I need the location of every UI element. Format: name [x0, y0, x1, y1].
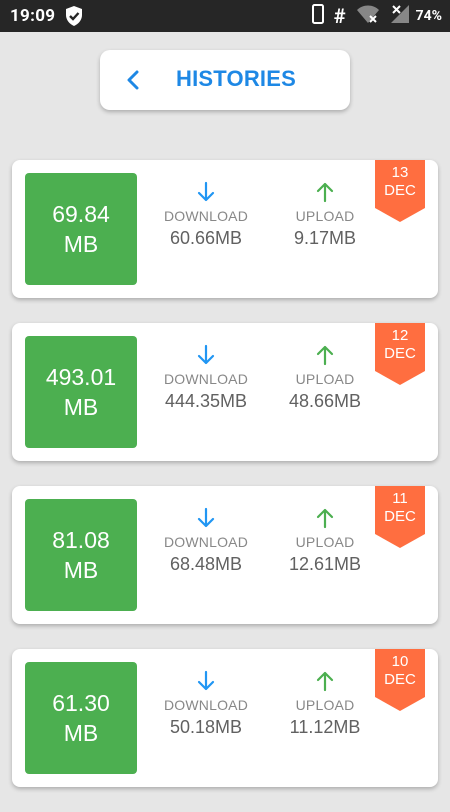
- date-month: DEC: [384, 182, 416, 199]
- download-label: DOWNLOAD: [163, 371, 249, 387]
- arrow-up-icon: [316, 508, 334, 529]
- header-card: HISTORIES: [100, 50, 350, 110]
- arrow-down-icon: [197, 507, 215, 528]
- arrow-down-icon: [197, 670, 215, 691]
- total-usage-box: 493.01 MB: [25, 336, 137, 448]
- download-value: 68.48MB: [169, 554, 243, 574]
- download-label: DOWNLOAD: [163, 534, 249, 550]
- wifi-off-icon: [356, 4, 380, 28]
- total-value: 81.08: [52, 527, 110, 553]
- download-value: 60.66MB: [169, 228, 243, 248]
- arrow-down-icon: [197, 181, 215, 202]
- arrow-up-icon: [316, 182, 334, 203]
- history-card[interactable]: 61.30 MB DOWNLOAD 50.18MB UPLOAD 11.12MB…: [12, 649, 438, 787]
- total-usage-box: 69.84 MB: [25, 173, 137, 285]
- back-button[interactable]: [120, 66, 148, 94]
- total-unit: MB: [63, 394, 99, 420]
- download-stat: DOWNLOAD 50.18MB: [151, 669, 261, 738]
- upload-stat: UPLOAD 12.61MB: [270, 506, 380, 575]
- upload-label: UPLOAD: [295, 371, 355, 387]
- upload-label: UPLOAD: [295, 208, 355, 224]
- upload-label: UPLOAD: [295, 697, 355, 713]
- arrow-up-icon: [316, 345, 334, 366]
- download-stat: DOWNLOAD 444.35MB: [151, 343, 261, 412]
- date-day: 10: [391, 653, 409, 670]
- upload-value: 9.17MB: [293, 228, 357, 248]
- hash-icon: #: [333, 4, 346, 28]
- status-bar: 19:09 # 74%: [0, 0, 450, 32]
- total-unit: MB: [63, 720, 99, 746]
- date-day: 13: [391, 164, 409, 181]
- upload-stat: UPLOAD 9.17MB: [270, 180, 380, 249]
- date-badge: 13 DEC: [375, 160, 425, 222]
- date-badge: 12 DEC: [375, 323, 425, 385]
- upload-stat: UPLOAD 48.66MB: [270, 343, 380, 412]
- status-icons: # 74%: [302, 4, 442, 28]
- signal-icon: [390, 4, 410, 28]
- total-unit: MB: [63, 557, 99, 583]
- total-unit: MB: [63, 231, 99, 257]
- date-badge: 10 DEC: [375, 649, 425, 711]
- upload-value: 48.66MB: [288, 391, 362, 411]
- upload-label: UPLOAD: [295, 534, 355, 550]
- download-stat: DOWNLOAD 60.66MB: [151, 180, 261, 249]
- upload-value: 11.12MB: [289, 717, 361, 737]
- total-value: 69.84: [52, 201, 110, 227]
- battery-percent: 74%: [415, 8, 442, 24]
- download-label: DOWNLOAD: [163, 208, 249, 224]
- history-card[interactable]: 493.01 MB DOWNLOAD 444.35MB UPLOAD 48.66…: [12, 323, 438, 461]
- upload-stat: UPLOAD 11.12MB: [270, 669, 380, 738]
- date-day: 12: [391, 327, 409, 344]
- date-month: DEC: [384, 671, 416, 688]
- download-label: DOWNLOAD: [163, 697, 249, 713]
- download-value: 444.35MB: [164, 391, 248, 411]
- total-usage-box: 81.08 MB: [25, 499, 137, 611]
- download-value: 50.18MB: [169, 717, 243, 737]
- date-month: DEC: [384, 345, 416, 362]
- date-day: 11: [392, 490, 408, 507]
- status-time: 19:09: [10, 6, 56, 26]
- download-stat: DOWNLOAD 68.48MB: [151, 506, 261, 575]
- total-usage-box: 61.30 MB: [25, 662, 137, 774]
- phone-outline-icon: [311, 4, 324, 28]
- total-value: 493.01: [45, 364, 117, 390]
- date-badge: 11 DEC: [375, 486, 425, 548]
- total-value: 61.30: [52, 690, 110, 716]
- arrow-down-icon: [197, 344, 215, 365]
- chevron-left-icon: [127, 70, 139, 90]
- upload-value: 12.61MB: [288, 554, 362, 574]
- history-card[interactable]: 69.84 MB DOWNLOAD 60.66MB UPLOAD 9.17MB …: [12, 160, 438, 298]
- date-month: DEC: [384, 508, 416, 525]
- history-list: 69.84 MB DOWNLOAD 60.66MB UPLOAD 9.17MB …: [12, 160, 438, 812]
- history-card[interactable]: 81.08 MB DOWNLOAD 68.48MB UPLOAD 12.61MB…: [12, 486, 438, 624]
- page-title: HISTORIES: [176, 66, 296, 91]
- arrow-up-icon: [316, 671, 334, 692]
- shield-check-icon: [64, 5, 84, 31]
